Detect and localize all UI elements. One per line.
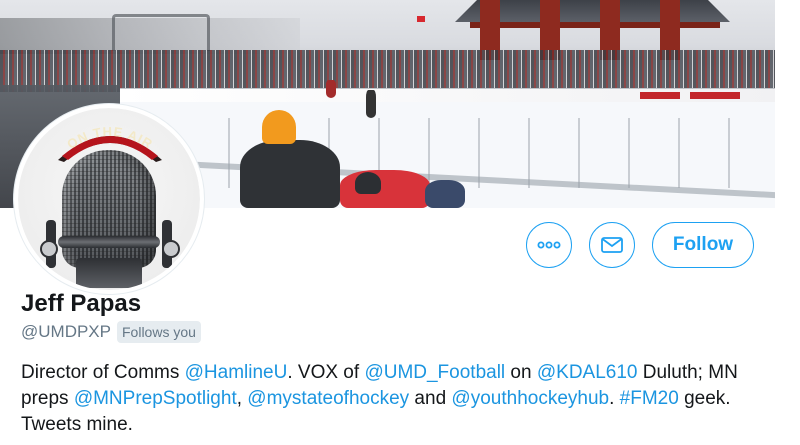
user-handle: @UMDPXP (21, 322, 111, 341)
microphone-base (76, 258, 142, 288)
bio-text: , (236, 388, 248, 409)
banner-spectator-hat (355, 172, 381, 194)
bio-text: . VOX of (287, 362, 365, 383)
banner-spectator (240, 140, 340, 208)
profile-bio: Director of Comms @HamlineU. VOX of @UMD… (21, 360, 761, 438)
bio-mention-link[interactable]: @youthhockeyhub (451, 388, 609, 409)
more-dots-icon (537, 241, 561, 249)
banner-player (366, 90, 376, 118)
bio-mention-link[interactable]: @HamlineU (185, 362, 288, 383)
bio-text: and (409, 388, 452, 409)
bio-mention-link[interactable]: @mystateofhockey (247, 388, 409, 409)
more-options-button[interactable] (526, 222, 572, 268)
envelope-icon (601, 237, 623, 253)
banner-sign (690, 92, 740, 99)
banner-bridge (112, 14, 210, 51)
bio-mention-link[interactable]: @KDAL610 (537, 362, 638, 383)
profile-avatar[interactable]: ON THE AIR (14, 104, 204, 294)
microphone-pivot (40, 240, 58, 258)
banner-player (326, 80, 336, 98)
on-the-air-text: ON THE AIR (64, 124, 155, 152)
bio-text: on (505, 362, 537, 383)
follows-you-badge: Follows you (117, 321, 201, 343)
banner-flag (417, 16, 425, 22)
banner-spectator (340, 170, 430, 208)
display-name: Jeff Papas (21, 290, 142, 317)
banner-spectator-hat (262, 110, 296, 144)
message-button[interactable] (589, 222, 635, 268)
banner-tower-beam (470, 22, 720, 28)
bio-mention-link[interactable]: @MNPrepSpotlight (74, 388, 237, 409)
banner-sign (640, 92, 680, 99)
microphone-ring (58, 236, 160, 248)
bio-mention-link[interactable]: @UMD_Football (364, 362, 505, 383)
follow-button[interactable]: Follow (652, 222, 754, 268)
bio-text: . (609, 388, 620, 409)
svg-text:ON THE AIR: ON THE AIR (64, 124, 156, 152)
microphone-pivot (162, 240, 180, 258)
bio-hashtag-link[interactable]: #FM20 (620, 388, 679, 409)
microphone-grille (62, 150, 156, 268)
handle-row: @UMDPXP Follows you (21, 321, 201, 343)
bio-text: Director of Comms (21, 362, 185, 383)
banner-spectator (425, 180, 465, 208)
